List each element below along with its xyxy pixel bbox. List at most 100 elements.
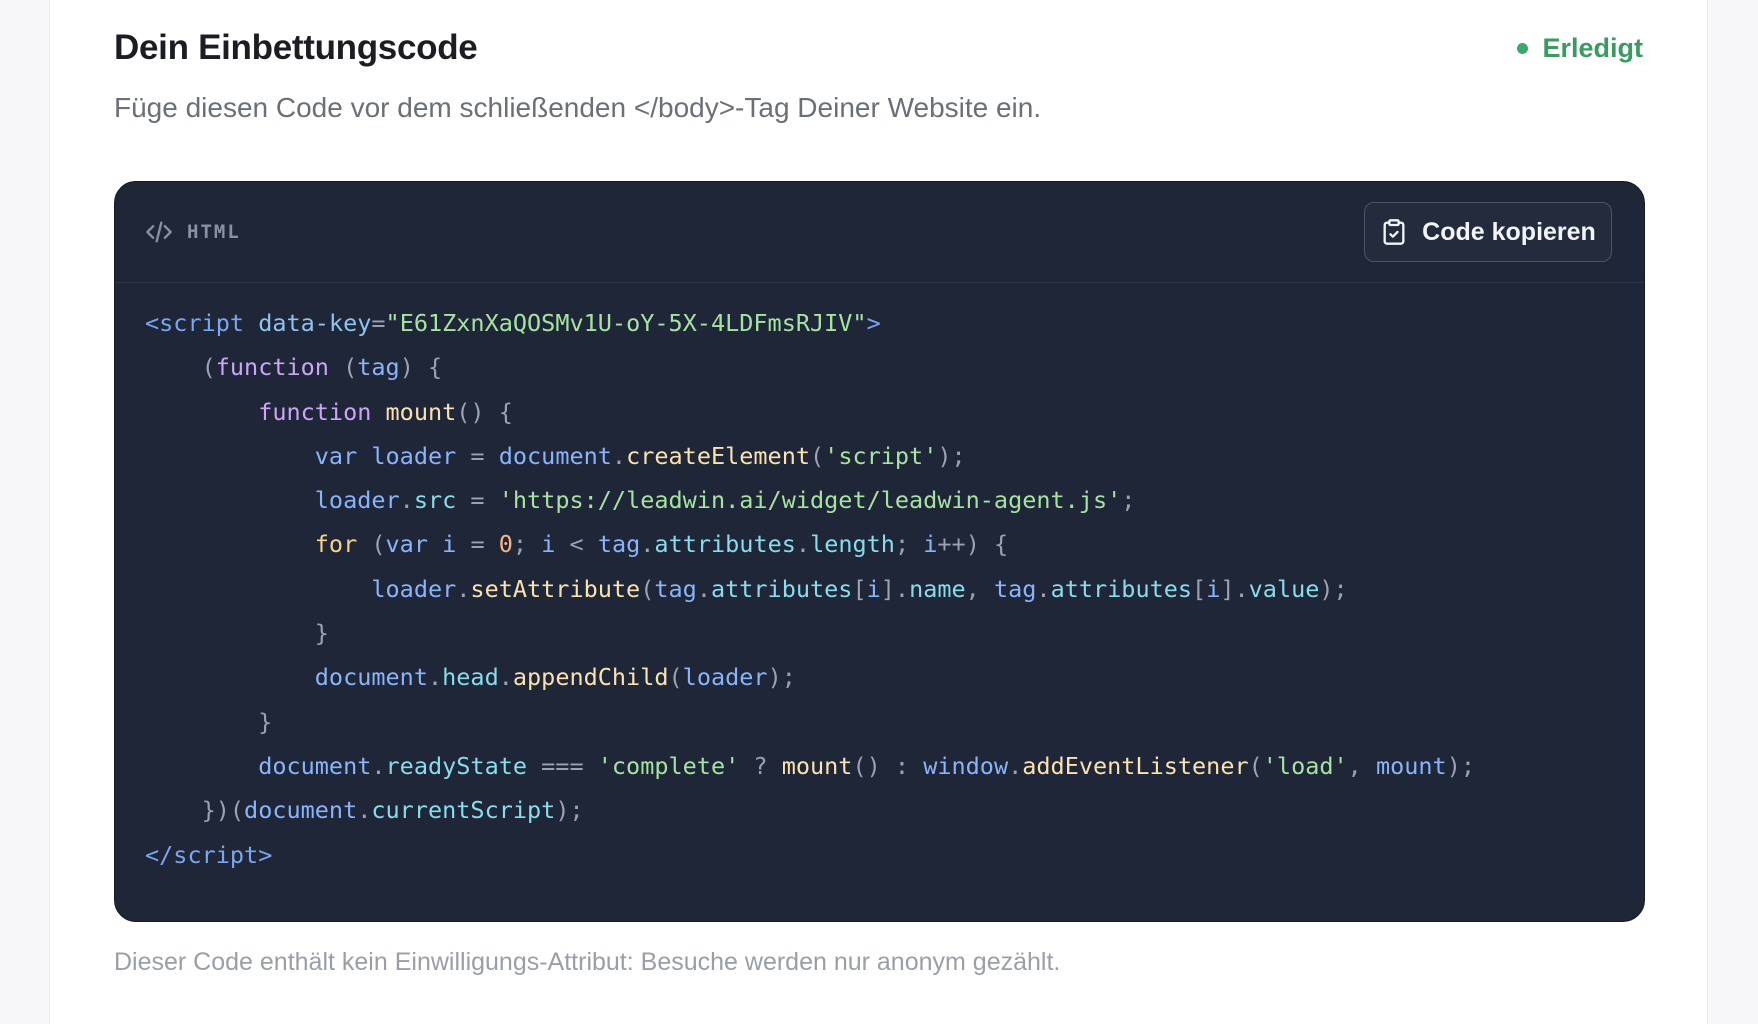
clipboard-check-icon [1383,219,1405,245]
code-token: loader [314,486,400,515]
code-token: loader [682,663,768,692]
code-token: setAttribute [470,574,641,603]
code-token: })( [145,796,245,825]
code-token: ( [640,574,655,603]
code-token: i [1206,574,1221,603]
code-token: = [456,441,499,470]
code-token: createElement [626,441,811,470]
code-line: document.head.appendChild(loader); [145,655,1624,699]
code-token: > [866,309,881,337]
copy-code-label: Code kopieren [1422,217,1596,246]
code-line: <script data-key="E61ZxnXaQOSMv1U-oY-5X-… [145,301,1624,345]
code-token: . [357,796,372,825]
code-token: () : [852,751,924,780]
code-token: . [1008,751,1023,780]
section-title: Dein Einbettungscode [114,28,478,67]
code-line: (function (tag) { [145,345,1624,389]
code-token: [ [852,574,867,603]
code-token: src [413,486,457,515]
code-line: </script> [145,833,1624,877]
code-token: } [145,619,329,648]
code-token: mount [1375,751,1447,780]
code-token: === [527,751,598,780]
code-token: addEventListener [1022,751,1249,780]
code-token: . [399,486,414,515]
code-token: . [371,751,386,780]
status-indicator: Erledigt [1517,33,1643,64]
code-token: 0 [498,530,513,559]
code-panel: HTML Code kopieren <script data-key="E61… [114,181,1645,922]
code-token: data-key [258,309,372,337]
code-token: loader [371,574,457,603]
code-token: ; [1121,486,1136,515]
code-token: length [810,530,895,559]
code-brackets-icon [146,221,172,243]
code-token: window [923,751,1009,780]
code-line: for (var i = 0; i < tag.attributes.lengt… [145,522,1624,566]
code-token: 'https://leadwin.ai/widget/leadwin-agent… [498,486,1122,515]
code-token: = [456,486,499,515]
code-token: value [1248,574,1320,603]
code-block[interactable]: <script data-key="E61ZxnXaQOSMv1U-oY-5X-… [145,301,1624,877]
code-token: ( [1248,751,1263,780]
code-token: document [258,751,372,780]
code-panel-header: HTML Code kopieren [115,182,1644,283]
code-token: mount [385,397,457,426]
code-line: } [145,611,1624,655]
code-line: function mount() { [145,390,1624,434]
code-token: mount [781,751,853,780]
code-line: loader.src = 'https://leadwin.ai/widget/… [145,478,1624,522]
code-token: = [371,309,386,337]
code-token: function [215,353,329,382]
code-token: attributes [710,574,853,603]
consent-footnote: Dieser Code enthält kein Einwilligungs-A… [114,948,1061,976]
code-token: "E61ZxnXaQOSMv1U-oY-5X-4LDFmsRJIV" [385,309,867,337]
language-indicator: HTML [145,218,241,246]
code-token: tag [654,574,697,603]
code-token: var [314,441,358,470]
code-token: i [442,530,457,559]
code-token: ); [937,441,966,470]
code-token: < [555,530,598,559]
code-token: ( [145,353,216,382]
code-token: i [923,530,938,559]
code-token: ); [1319,574,1348,603]
code-token: document [314,663,428,692]
code-token: name [909,574,966,603]
code-token: ? [739,751,782,780]
code-token: > [258,840,273,869]
code-token: attributes [654,530,796,559]
copy-code-button[interactable]: Code kopieren [1364,202,1612,262]
code-token: for [314,530,358,559]
code-token: var [385,530,428,559]
code-token: ); [767,663,796,692]
code-token: document [244,796,358,825]
section-subtitle: Füge diesen Code vor dem schließenden </… [114,92,1042,123]
code-token: tag [357,353,400,382]
code-token: <script [145,309,245,337]
language-label: HTML [187,221,241,243]
code-token: 'load' [1262,751,1348,780]
code-token: ( [668,663,683,692]
code-token: readyState [385,751,528,780]
code-line: loader.setAttribute(tag.attributes[i].na… [145,567,1624,611]
code-token: } [145,707,273,736]
code-token: loader [371,441,457,470]
code-token: i [541,530,556,559]
code-token: . [640,530,655,559]
code-token: = [456,530,499,559]
code-line: var loader = document.createElement('scr… [145,434,1624,478]
code-token: </script [145,840,259,869]
code-token: attributes [1050,574,1193,603]
code-token: ]. [1220,574,1249,603]
code-token: ( [810,441,825,470]
code-token: . [611,441,627,470]
